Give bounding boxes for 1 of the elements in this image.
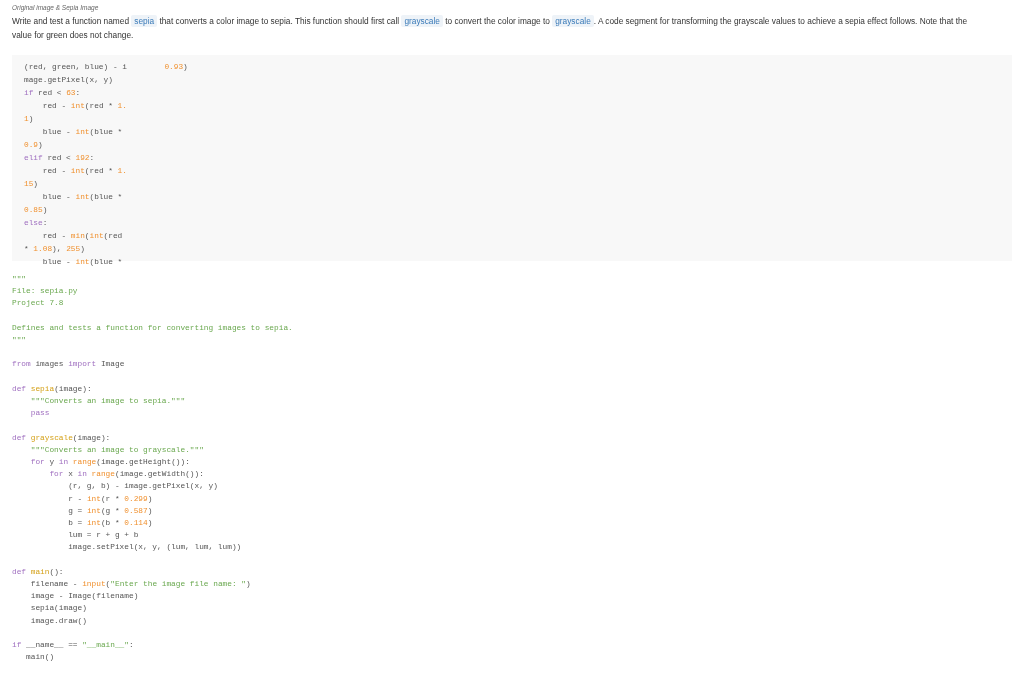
instructions-paragraph: Write and test a function named sepia that converts a color image to sepia. This function should first call grayscale to convert the color image to grayscale . A code segment for transforming the grayscale values to achieve a sepia effect follows. Note that the value for green does not change. [12,14,969,42]
